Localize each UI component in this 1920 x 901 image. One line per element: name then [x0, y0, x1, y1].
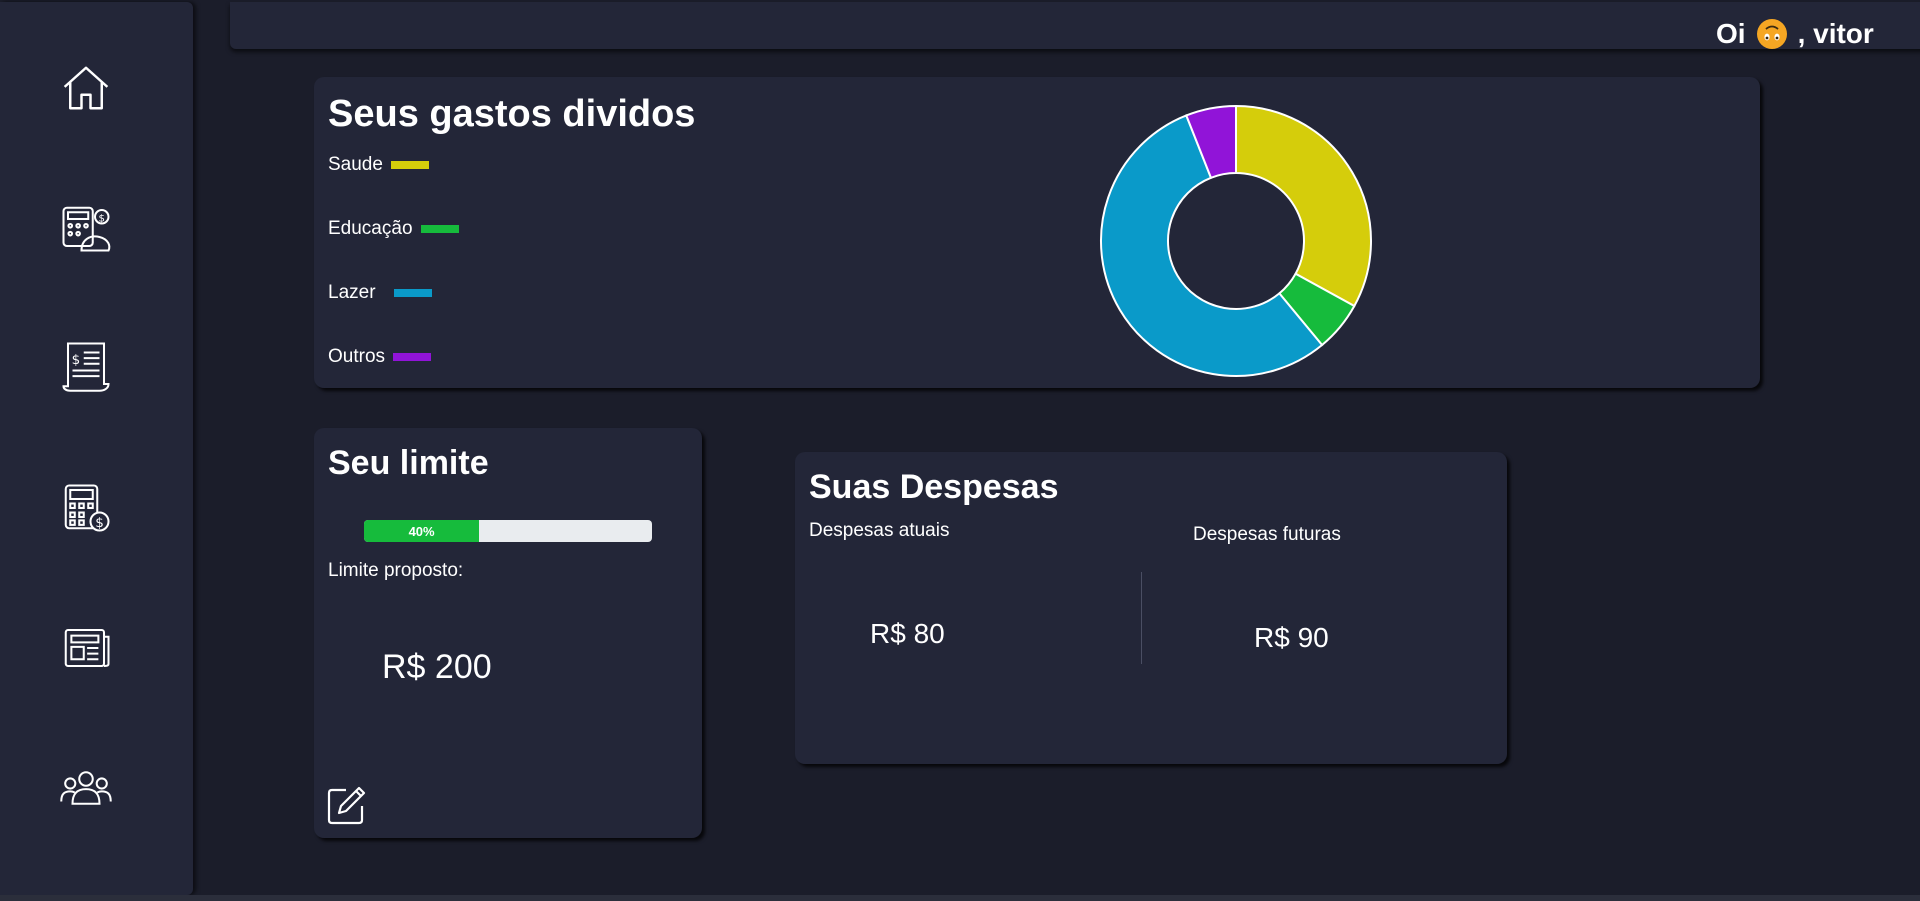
- limit-title: Seu limite: [328, 444, 489, 482]
- limit-progress-bar: 40%: [364, 520, 652, 542]
- expenses-card: Suas Despesas Despesas atuais R$ 80 Desp…: [795, 452, 1507, 764]
- limit-proposed-value: R$ 200: [382, 648, 492, 686]
- limit-progress-fill: 40%: [364, 520, 480, 542]
- newspaper-icon: [64, 628, 110, 668]
- top-bar: [230, 2, 1920, 49]
- limit-card: Seu limite 40% Limite proposto: R$ 200: [314, 428, 702, 838]
- current-expenses-value: R$ 80: [870, 618, 945, 649]
- sidebar-item-invoices[interactable]: $: [56, 336, 116, 396]
- calculator-coin-icon: $: [64, 484, 110, 532]
- legend-item-lazer: Lazer: [328, 281, 432, 305]
- sidebar-item-simulator[interactable]: $: [56, 198, 116, 258]
- legend-label: Outros: [328, 346, 386, 367]
- user-greeting: Oi , vitor: [1716, 16, 1874, 52]
- sidebar-item-news[interactable]: [56, 618, 116, 678]
- legend-swatch: [390, 161, 429, 169]
- legend-item-outros: Outros: [328, 345, 432, 369]
- users-group-icon: [60, 771, 112, 805]
- legend-item-saude: Saude: [328, 153, 429, 177]
- calculator-money-icon: $: [62, 206, 111, 252]
- expenses-donut-chart: [1100, 104, 1372, 377]
- expenses-divider: [1141, 572, 1142, 664]
- edit-icon[interactable]: [326, 784, 368, 826]
- legend-label: Saude: [328, 154, 383, 175]
- greeting-username: , vitor: [1797, 18, 1874, 49]
- legend-label: Lazer: [328, 282, 376, 303]
- sidebar: $ $ $: [0, 2, 193, 895]
- legend-swatch: [393, 353, 432, 361]
- svg-text:$: $: [95, 515, 104, 531]
- legend-item-educacao: Educação: [328, 217, 459, 241]
- future-expenses-value: R$ 90: [1254, 622, 1329, 653]
- legend-label: Educação: [328, 218, 413, 239]
- greeting-prefix: Oi: [1716, 18, 1746, 49]
- legend-swatch: [420, 225, 459, 233]
- future-expenses-label: Despesas futuras: [1193, 524, 1341, 545]
- expenses-breakdown-title: Seus gastos dividos: [328, 93, 696, 135]
- svg-text:$: $: [99, 213, 105, 224]
- expenses-breakdown-card: Seus gastos dividos Saude Educação Lazer…: [314, 77, 1760, 388]
- invoice-receipt-icon: $: [62, 342, 110, 392]
- home-icon: [63, 66, 109, 110]
- sidebar-item-calculator[interactable]: $: [56, 478, 116, 538]
- sidebar-item-home[interactable]: [56, 58, 116, 118]
- svg-text:$: $: [72, 352, 81, 368]
- limit-proposed-label: Limite proposto:: [328, 560, 464, 581]
- donut-slice-saude: [1235, 104, 1372, 308]
- sidebar-item-community[interactable]: [56, 758, 116, 818]
- expenses-title: Suas Despesas: [809, 468, 1059, 506]
- bottom-strip: [0, 895, 1920, 901]
- current-expenses-label: Despesas atuais: [809, 520, 950, 541]
- upside-down-face-emoji: [1756, 19, 1787, 49]
- legend-swatch: [393, 289, 432, 297]
